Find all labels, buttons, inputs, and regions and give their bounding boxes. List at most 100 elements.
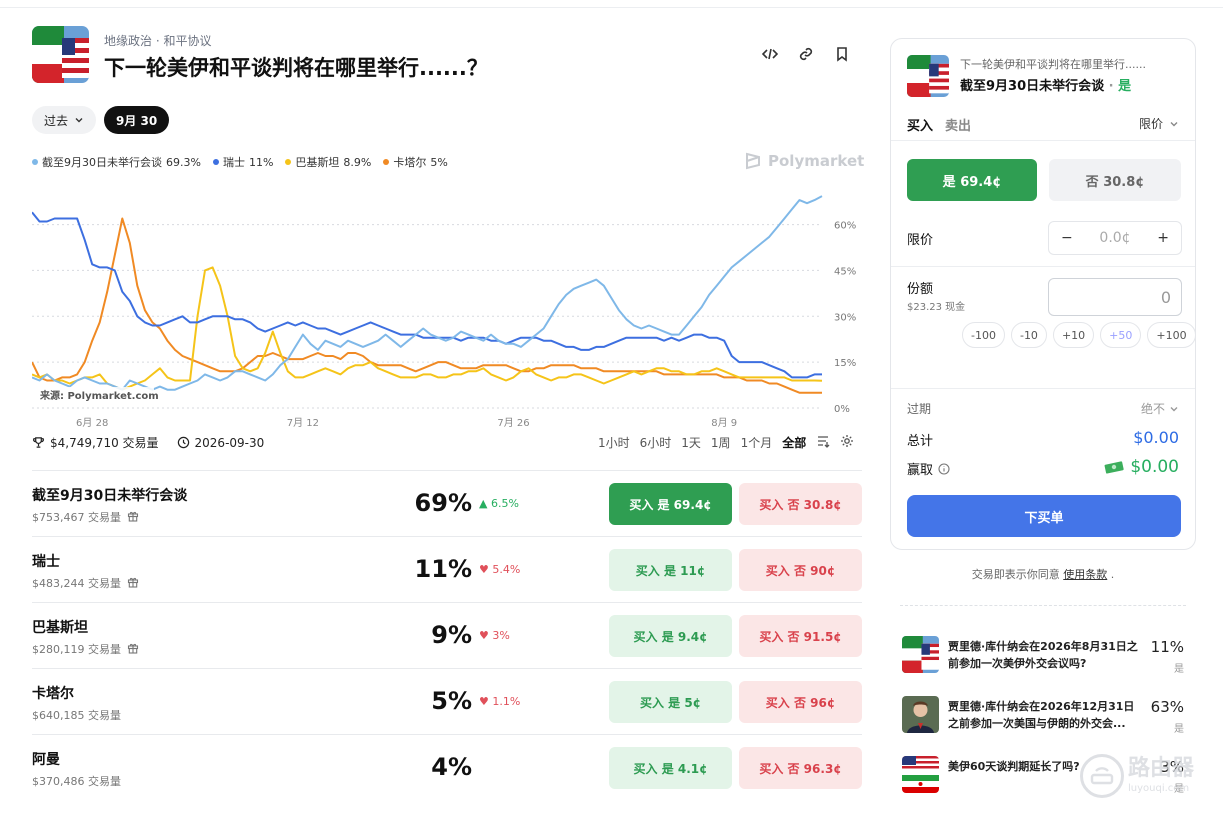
price-history-chart[interactable]: 60% 45% 30% 15% 0% 6月 28 7月 12 7月 26 8月 9 来源: Pol… [32, 186, 862, 431]
watermark-sub: luyouqi.com [1128, 783, 1190, 794]
range-tab[interactable]: 全部 [782, 434, 806, 451]
quick-amount-button[interactable]: -10 [1010, 322, 1047, 348]
buy-no-button[interactable]: 买入 否 96¢ [739, 681, 862, 723]
chevron-down-icon [75, 118, 83, 123]
expiry-dropdown[interactable]: 绝不 [1141, 400, 1179, 417]
outcome-probability: 9% [431, 621, 472, 649]
related-market-question: 贾里德·库什纳会在2026年8月31日之前参加一次美伊外交会议吗? [948, 640, 1138, 670]
buy-no-button[interactable]: 买入 否 30.8¢ [739, 483, 862, 525]
outcome-probability: 5% [431, 687, 472, 715]
range-tab[interactable]: 1小时 [598, 434, 630, 451]
outcome-row[interactable]: 瑞士 $483,244 交易量 11% ♥ 5.4% 买入 是 11¢ 买入 否 90¢ [32, 536, 862, 602]
panel-outcome: 截至9月30日未举行会谈 · 是 [960, 79, 1132, 94]
x-tick-label: 6月 28 [76, 417, 108, 429]
related-market-probability: 63% [1150, 698, 1184, 716]
panel-yes-button[interactable]: 是 69.4¢ [907, 159, 1037, 201]
panel-no-button[interactable]: 否 30.8¢ [1049, 159, 1181, 201]
total-label: 总计 [907, 434, 934, 449]
related-market[interactable]: 贾里德·库什纳会在2026年12月31日之前参加一次美国与伊朗的外交会... 63… [902, 696, 1186, 746]
related-market-probability: 11% [1150, 638, 1184, 656]
buy-yes-button[interactable]: 买入 是 5¢ [609, 681, 732, 723]
place-order-button[interactable]: 下买单 [907, 495, 1181, 537]
terms-end: . [1110, 568, 1115, 581]
past-label: 过去 [44, 113, 69, 128]
tab-buy[interactable]: 买入 [907, 115, 933, 134]
terms-link[interactable]: 使用条款 [1063, 568, 1107, 581]
volume-text: $370,486 交易量 [32, 775, 121, 788]
legend-name: 截至9月30日未举行会谈 [42, 156, 162, 169]
outcome-name: 阿曼 [32, 752, 60, 768]
outcome-row[interactable]: 截至9月30日未举行会谈 $753,467 交易量 69% ▲ 6.5% 买入 是 69… [32, 470, 862, 536]
chart-legend: 截至9月30日未举行会谈 69.3% 瑞士 11% 巴基斯坦 8.9% 卡塔尔 5% [32, 154, 448, 170]
panel-outcome-side: 是 [1118, 79, 1132, 94]
brand-name: Polymarket [768, 152, 865, 170]
buy-yes-button[interactable]: 买入 是 9.4¢ [609, 615, 732, 657]
y-tick-label: 15% [834, 358, 856, 369]
filter-settings-icon[interactable] [816, 434, 830, 451]
gear-icon[interactable] [840, 434, 854, 451]
quick-amount-button[interactable]: -100 [962, 322, 1005, 348]
gift-icon[interactable] [127, 576, 139, 591]
link-icon[interactable] [798, 46, 814, 62]
buy-no-button[interactable]: 买入 否 96.3¢ [739, 747, 862, 789]
range-tab[interactable]: 1周 [711, 434, 731, 451]
info-icon[interactable] [938, 462, 950, 475]
y-tick-label: 45% [834, 266, 856, 277]
legend-item[interactable]: 巴基斯坦 8.9% [285, 154, 371, 170]
top-bar [0, 0, 1223, 8]
polymarket-watermark: Polymarket [744, 152, 864, 170]
decrement-button[interactable]: − [1061, 230, 1073, 246]
outcome-volume: $370,486 交易量 [32, 773, 121, 789]
order-type-dropdown[interactable]: 限价 [1139, 115, 1179, 132]
date-pill-selected[interactable]: 9月 30 [104, 106, 170, 134]
quick-amount-button[interactable]: +10 [1052, 322, 1095, 348]
bookmark-icon[interactable] [834, 46, 850, 62]
outcome-row[interactable]: 卡塔尔 $640,185 交易量 5% ♥ 1.1% 买入 是 5¢ 买入 否 96¢ [32, 668, 862, 734]
legend-item[interactable]: 卡塔尔 5% [383, 154, 448, 170]
related-market[interactable]: 贾里德·库什纳会在2026年8月31日之前参加一次美伊外交会议吗? 11% 是 [902, 636, 1186, 686]
outcome-name: 截至9月30日未举行会谈 [32, 488, 188, 504]
buy-yes-button[interactable]: 买入 是 4.1¢ [609, 747, 732, 789]
series-line [32, 266, 823, 391]
polymarket-logo-icon [746, 152, 760, 170]
probability-change: ♥ 1.1% [479, 695, 521, 708]
page-title: 下一轮美伊和平谈判将在哪里举行......？ [104, 56, 488, 80]
range-tab[interactable]: 1个月 [741, 434, 773, 451]
tab-sell[interactable]: 卖出 [945, 115, 971, 134]
order-type-label: 限价 [1138, 117, 1163, 131]
outcome-row[interactable]: 巴基斯坦 $280,119 交易量 9% ♥ 3% 买入 是 9.4¢ 买入 否 91.5… [32, 602, 862, 668]
range-tab[interactable]: 1天 [681, 434, 701, 451]
buy-yes-button[interactable]: 买入 是 11¢ [609, 549, 732, 591]
outcome-row[interactable]: 阿曼 $370,486 交易量 4% 买入 是 4.1¢ 买入 否 96.3¢ [32, 734, 862, 800]
terms-text: 交易即表示你同意 [971, 568, 1060, 581]
breadcrumb[interactable]: 地缘政治 · 和平协议 [104, 32, 211, 49]
trade-panel: 下一轮美伊和平谈判将在哪里举行...... 截至9月30日未举行会谈 · 是 买… [890, 38, 1196, 550]
y-tick-label: 0% [834, 404, 850, 415]
buy-no-button[interactable]: 买入 否 90¢ [739, 549, 862, 591]
series-line [32, 195, 823, 391]
quick-amount-button[interactable]: +50 [1100, 322, 1142, 348]
divider [891, 266, 1195, 267]
time-range-tabs: 1小时 6小时 1天 1周 1个月 全部 [598, 434, 854, 451]
range-tab[interactable]: 6小时 [640, 434, 672, 451]
divider [900, 605, 1186, 606]
embed-code-icon[interactable] [762, 46, 778, 62]
outcome-name: 卡塔尔 [32, 686, 74, 702]
probability-change: ▲ 6.5% [479, 497, 519, 510]
limit-price-value[interactable]: 0.0¢ [1099, 230, 1130, 246]
past-dropdown[interactable]: 过去 [32, 106, 97, 134]
outcome-name: 巴基斯坦 [32, 620, 88, 636]
legend-item[interactable]: 瑞士 11% [212, 154, 273, 170]
gift-icon[interactable] [127, 510, 139, 525]
gift-icon[interactable] [127, 642, 139, 657]
increment-button[interactable]: + [1157, 230, 1169, 246]
buy-no-button[interactable]: 买入 否 91.5¢ [739, 615, 862, 657]
shares-input[interactable] [1048, 278, 1182, 316]
legend-item[interactable]: 截至9月30日未举行会谈 69.3% [32, 154, 201, 170]
panel-outcome-name: 截至9月30日未举行会谈 [960, 79, 1105, 94]
buy-yes-button[interactable]: 买入 是 69.4¢ [609, 483, 732, 525]
panel-question: 下一轮美伊和平谈判将在哪里举行...... [960, 58, 1146, 71]
outcome-volume: $640,185 交易量 [32, 707, 121, 723]
quick-amount-button[interactable]: +100 [1147, 322, 1196, 348]
limit-price-stepper[interactable]: − 0.0¢ + [1048, 221, 1182, 255]
